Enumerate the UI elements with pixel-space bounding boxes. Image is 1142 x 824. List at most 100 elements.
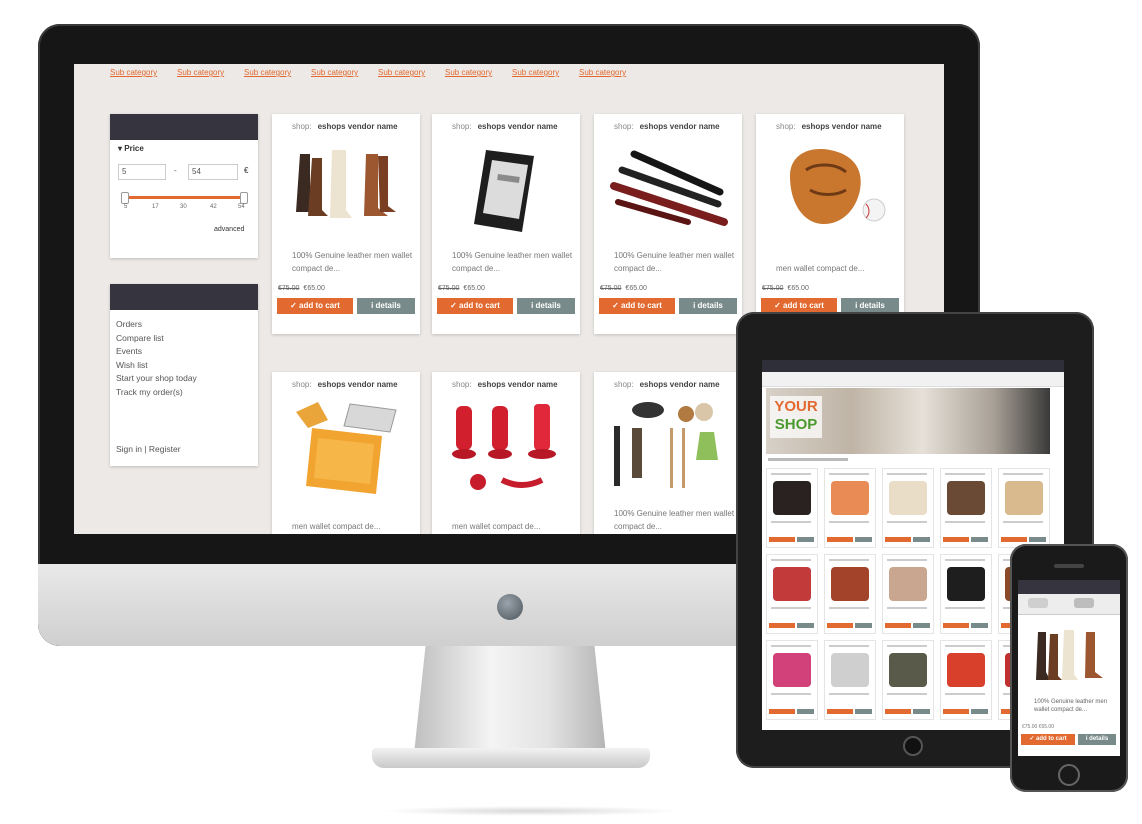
phone-add-to-cart-button[interactable]: ✓ add to cart (1021, 734, 1075, 745)
details-button[interactable]: i details (357, 298, 415, 314)
product-title[interactable]: men wallet compact de... (292, 520, 416, 533)
product-title[interactable]: men wallet compact de... (452, 520, 576, 533)
slider-tick: 42 (210, 204, 217, 210)
tablet-product-card[interactable] (766, 554, 818, 634)
product-title[interactable]: men wallet compact de... (776, 262, 900, 275)
product-card[interactable]: shop: eshops vendor name men wallet compa… (432, 372, 580, 534)
tablet-product-card[interactable] (940, 468, 992, 548)
tablet-product-card[interactable] (882, 468, 934, 548)
vendor-name[interactable]: eshops vendor name (802, 122, 882, 131)
details-button[interactable]: i details (517, 298, 575, 314)
product-card[interactable]: shop: eshops vendor name men wallet compa… (756, 114, 904, 334)
signin-register-link[interactable]: Sign in | Register (116, 444, 181, 454)
tablet-product-card[interactable] (882, 554, 934, 634)
tablet-product-card[interactable] (766, 468, 818, 548)
subcategory-link[interactable]: Sub category (579, 68, 646, 77)
product-image-tablet-case[interactable] (282, 398, 410, 494)
product-title[interactable]: 100% Genuine leather men wallet compact … (614, 249, 738, 275)
price-min-input[interactable]: 5 (118, 164, 166, 180)
subcategory-link[interactable]: Sub category (244, 68, 311, 77)
product-card[interactable]: shop: eshops vendor name 100% Genuine lea… (594, 372, 742, 534)
vendor-name[interactable]: eshops vendor name (478, 122, 558, 131)
shop-label: shop: (292, 122, 312, 131)
menu-item-orders[interactable]: Orders (116, 318, 252, 332)
tablet-product-card[interactable] (824, 554, 876, 634)
subcategory-link[interactable]: Sub category (378, 68, 445, 77)
vendor-name[interactable]: eshops vendor name (640, 380, 720, 389)
price-slider-track[interactable] (124, 196, 244, 199)
price-filter-title[interactable]: ▾ Price (118, 144, 258, 153)
phone-details-button[interactable]: i details (1078, 734, 1116, 745)
tablet-product-card[interactable] (940, 554, 992, 634)
tablet-home-button (903, 736, 923, 756)
vendor-name[interactable]: eshops vendor name (318, 122, 398, 131)
phone-product-image-boots[interactable] (1030, 626, 1110, 688)
price-slider-min-handle[interactable] (121, 192, 129, 204)
product-card[interactable]: shop: eshops vendor name 100% Genuine lea… (272, 114, 420, 334)
old-price: €75.00 (600, 285, 622, 292)
shop-label: shop: (452, 122, 472, 131)
product-price: €75.00 €65.00 (762, 285, 809, 292)
product-card[interactable]: shop: eshops vendor name men wallet compa… (272, 372, 420, 534)
product-title[interactable]: 100% Genuine leather men wallet compact … (292, 249, 416, 275)
tablet-product-card[interactable] (824, 468, 876, 548)
tablet-product-card[interactable] (824, 640, 876, 720)
product-image-hair-dryers[interactable] (442, 398, 570, 494)
menu-item-events[interactable]: Events (116, 345, 252, 359)
subcategory-link[interactable]: Sub category (110, 68, 177, 77)
price-filter-box: ▾ Price 5 - 54 € 5 17 30 42 54 advanced (110, 114, 258, 258)
menu-item-compare-list[interactable]: Compare list (116, 332, 252, 346)
subcategory-link[interactable]: Sub category (311, 68, 378, 77)
product-image-ereader[interactable] (442, 140, 570, 236)
vendor-name[interactable]: eshops vendor name (318, 380, 398, 389)
tablet-product-card[interactable] (998, 468, 1050, 548)
phone-home-tab-icon[interactable] (1028, 598, 1048, 608)
old-price: €75.00 (438, 285, 460, 292)
details-button[interactable]: i details (679, 298, 737, 314)
price-slider-max-handle[interactable] (240, 192, 248, 204)
shop-label: shop: (614, 122, 634, 131)
vendor-name[interactable]: eshops vendor name (478, 380, 558, 389)
add-to-cart-button[interactable]: ✓ add to cart (599, 298, 675, 314)
product-image-pens[interactable] (604, 140, 732, 236)
cart-icon[interactable] (1074, 598, 1094, 608)
product-card[interactable]: shop: eshops vendor name 100% Genuine lea… (432, 114, 580, 334)
banner-word-shop: SHOP (774, 416, 818, 433)
product-image-baseball-glove[interactable] (766, 140, 894, 236)
menu-item-track-orders[interactable]: Track my order(s) (116, 386, 252, 400)
tablet-product-card[interactable] (882, 640, 934, 720)
shop-line: shop: eshops vendor name (776, 122, 882, 131)
subcategory-link[interactable]: Sub category (445, 68, 512, 77)
subcategory-link[interactable]: Sub category (177, 68, 244, 77)
subcategory-link[interactable]: Sub category (512, 68, 579, 77)
current-price: €65.00 (625, 285, 647, 292)
price-label: Price (124, 144, 144, 153)
currency-symbol: € (244, 166, 249, 175)
imac-stand (414, 646, 606, 754)
slider-tick: 5 (124, 204, 128, 210)
menu-item-wish-list[interactable]: Wish list (116, 359, 252, 373)
product-image-boots[interactable] (282, 140, 410, 236)
product-card[interactable]: shop: eshops vendor name 100% Genuine lea… (594, 114, 742, 334)
tablet-product-card[interactable] (766, 640, 818, 720)
phone-speaker (1054, 564, 1084, 568)
imac-stand-base (372, 748, 650, 768)
add-to-cart-button[interactable]: ✓ add to cart (437, 298, 513, 314)
phone-product-price: €75.00 €65.00 (1022, 724, 1054, 730)
account-menu-header (110, 284, 258, 310)
product-image-accessories[interactable] (604, 398, 732, 494)
product-title[interactable]: 100% Genuine leather men wallet compact … (452, 249, 576, 275)
tablet-product-card[interactable] (940, 640, 992, 720)
slider-tick: 30 (180, 204, 187, 210)
menu-item-start-shop[interactable]: Start your shop today (116, 372, 252, 386)
add-to-cart-button[interactable]: ✓ add to cart (277, 298, 353, 314)
vendor-name[interactable]: eshops vendor name (640, 122, 720, 131)
price-max-input[interactable]: 54 (188, 164, 238, 180)
shop-label: shop: (776, 122, 796, 131)
phone-product-title[interactable]: 100% Genuine leather men wallet compact … (1034, 698, 1118, 714)
phone-home-button (1058, 764, 1080, 786)
advanced-link[interactable]: advanced (214, 226, 244, 233)
product-title[interactable]: 100% Genuine leather men wallet compact … (614, 507, 738, 533)
price-filter-header (110, 114, 258, 140)
subcategory-nav: Sub category Sub category Sub category S… (110, 68, 646, 77)
